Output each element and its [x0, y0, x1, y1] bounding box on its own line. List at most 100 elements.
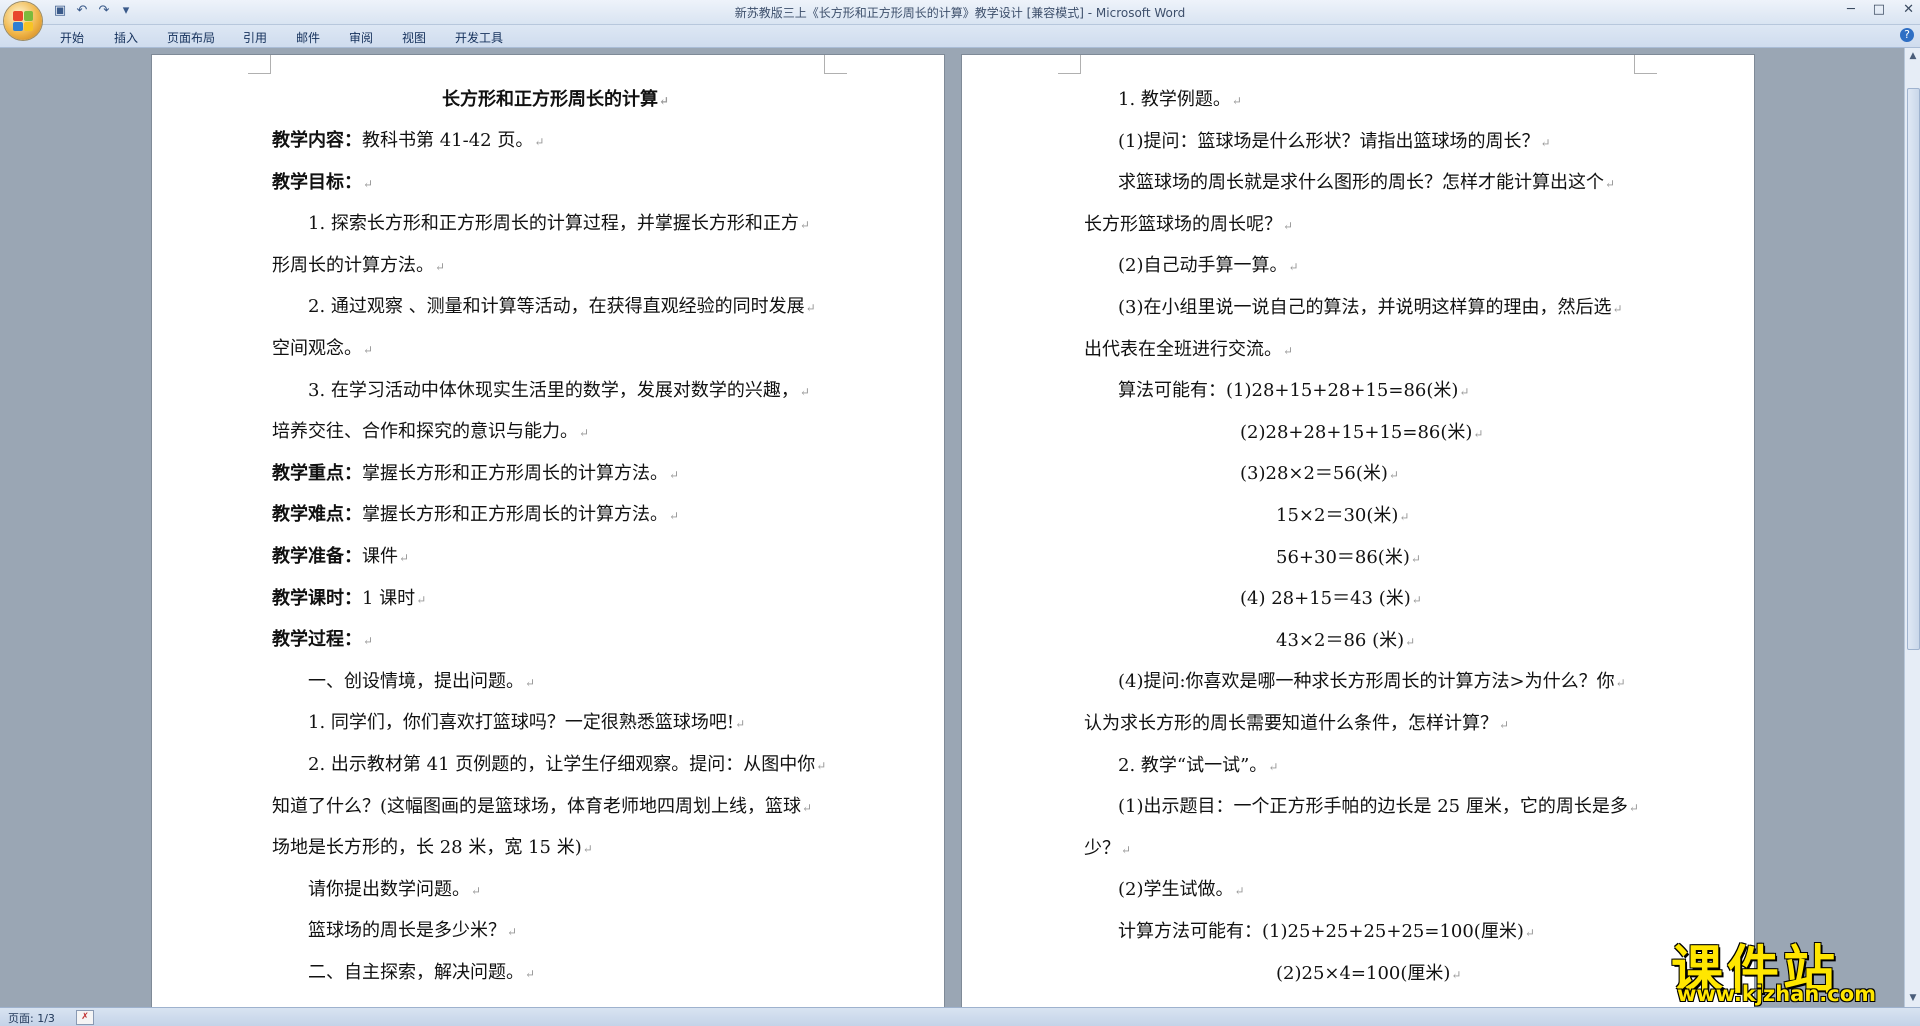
section-label: 教学内容： — [272, 130, 362, 151]
paragraph-mark: ↵ — [1524, 926, 1535, 940]
tab-developer[interactable]: 开发工具 — [455, 29, 503, 46]
paragraph-line: 教学内容：教科书第 41-42 页。↵ — [272, 126, 544, 152]
paragraph-line: 形周长的计算方法。↵ — [272, 251, 445, 277]
section-label: 教学重点： — [272, 462, 362, 484]
paragraph-line: 认为求长方形的周长需要知道什么条件，怎样计算？↵ — [1084, 709, 1509, 735]
paragraph-mark: ↵ — [802, 800, 813, 815]
paragraph-mark: ↵ — [416, 592, 427, 607]
paragraph-line: 场地是长方形的，长 28 米，宽 15 米)↵ — [272, 833, 593, 859]
window-title: 新苏教版三上《长方形和正方形周长的计算》教学设计 [兼容模式] - Micros… — [734, 6, 1186, 20]
paragraph-text: (2)学生试做。 — [1118, 879, 1234, 901]
paragraph-line: 长方形篮球场的周长呢？↵ — [1084, 210, 1293, 236]
minimize-icon[interactable]: ─ — [1847, 2, 1855, 17]
paragraph-line: 1. 教学例题。↵ — [1118, 85, 1242, 111]
paragraph-mark: ↵ — [363, 176, 374, 191]
paragraph-line: 2. 出示教材第 41 页例题的，让学生仔细观察。提问：从图中你↵ — [308, 750, 826, 776]
paragraph-mark: ↵ — [471, 883, 482, 898]
paragraph-text: (4) 28+15＝43 (米) — [1240, 588, 1411, 610]
tab-page-layout[interactable]: 页面布局 — [167, 29, 215, 46]
paragraph-mark: ↵ — [579, 426, 590, 441]
help-icon[interactable]: ? — [1900, 28, 1914, 42]
office-logo-icon — [13, 11, 33, 31]
paragraph-text: 掌握长方形和正方形周长的计算方法。 — [362, 504, 668, 526]
paragraph-mark: ↵ — [1605, 177, 1616, 192]
paragraph-line: 15×2＝30(米)↵ — [1276, 501, 1409, 527]
paragraph-mark: ↵ — [363, 343, 374, 357]
paragraph-text: 1 课时 — [362, 587, 416, 609]
paragraph-line: 1. 探索长方形和正方形周长的计算过程，并掌握长方形和正方↵ — [308, 209, 810, 235]
paragraph-mark: ↵ — [669, 509, 680, 524]
page-count[interactable]: 页面: 1/3 — [8, 1010, 55, 1026]
tab-insert[interactable]: 插入 — [114, 29, 138, 46]
crop-mark — [1058, 55, 1081, 74]
paragraph-mark: ↵ — [1410, 551, 1421, 566]
close-icon[interactable]: ✕ — [1903, 2, 1914, 17]
paragraph-line: 计算方法可能有：(1)25+25+25+25=100(厘米)↵ — [1118, 917, 1535, 943]
paragraph-line: (2)学生试做。↵ — [1118, 875, 1245, 901]
paragraph-text: 知道了什么？(这幅图画的是篮球场，体育老师地四周划上线，篮球 — [272, 795, 802, 817]
paragraph-line: 出代表在全班进行交流。↵ — [1084, 335, 1293, 361]
paragraph-line: 求篮球场的周长就是求什么图形的周长？怎样才能计算出这个↵ — [1118, 168, 1615, 194]
tab-view[interactable]: 视图 — [402, 29, 426, 46]
paragraph-line: (1)出示题目：一个正方形手帕的边长是 25 厘米，它的周长是多↵ — [1118, 792, 1639, 818]
paragraph-mark: ↵ — [1121, 842, 1132, 857]
paragraph-line: 算法可能有：(1)28+15+28+15=86(米)↵ — [1118, 376, 1469, 402]
paragraph-text: 43×2＝86 (米) — [1276, 629, 1405, 651]
scroll-up-icon[interactable]: ▲ — [1907, 50, 1919, 62]
document-page-2[interactable]: 1. 教学例题。↵ (1)提问：篮球场是什么形状？请指出篮球场的周长？↵ 求篮球场的… — [962, 55, 1754, 1007]
paragraph-line: 43×2＝86 (米)↵ — [1276, 626, 1415, 652]
paragraph-text: 一、创设情境，提出问题。 — [308, 670, 524, 692]
paragraph-mark: ↵ — [1451, 967, 1462, 982]
paragraph-mark: ↵ — [1399, 510, 1410, 524]
section-label: 教学准备： — [272, 546, 362, 567]
paragraph-text: 场地是长方形的，长 28 米，宽 15 米) — [272, 837, 582, 859]
tab-review[interactable]: 审阅 — [349, 29, 373, 46]
paragraph-mark: ↵ — [1388, 468, 1399, 483]
section-label: 教学课时： — [272, 587, 362, 609]
paragraph-line: (2)28+28+15+15=86(米)↵ — [1240, 418, 1483, 444]
title-bar: ▣ ↶ ↷ ▾ 新苏教版三上《长方形和正方形周长的计算》教学设计 [兼容模式] … — [0, 0, 1920, 25]
tab-home[interactable]: 开始 — [60, 29, 84, 46]
paragraph-text: 求篮球场的周长就是求什么图形的周长？怎样才能计算出这个 — [1118, 172, 1604, 194]
paragraph-text: 篮球场的周长是多少米？ — [308, 920, 506, 942]
paragraph-text: (2)28+28+15+15=86(米) — [1240, 421, 1473, 443]
paragraph-text: 认为求长方形的周长需要知道什么条件，怎样计算？ — [1084, 713, 1498, 734]
paragraph-text: 课件 — [362, 546, 398, 567]
paragraph-text: 56+30＝86(米) — [1276, 546, 1410, 568]
paragraph-text: 少？ — [1084, 837, 1120, 859]
scrollbar-thumb[interactable] — [1907, 88, 1920, 650]
office-button[interactable] — [4, 2, 42, 40]
document-page-1[interactable]: 长方形和正方形周长的计算↵ 教学内容：教科书第 41-42 页。↵ 教学目标：↵ 1… — [152, 55, 944, 1007]
paragraph-text: 15×2＝30(米) — [1276, 505, 1399, 526]
spelling-check-icon[interactable]: ✗ — [76, 1010, 94, 1025]
paragraph-line: 2. 通过观察 、测量和计算等活动，在获得直观经验的同时发展↵ — [308, 292, 816, 318]
paragraph-line: (2)自己动手算一算。↵ — [1118, 251, 1299, 277]
vertical-scrollbar[interactable]: ▲ ▼ — [1904, 48, 1920, 1008]
paragraph-mark: ↵ — [1234, 884, 1245, 899]
paragraph-mark: ↵ — [799, 218, 810, 233]
window-controls: ─ □ ✕ — [1847, 2, 1914, 17]
paragraph-mark: ↵ — [1459, 385, 1470, 400]
paragraph-text: 长方形篮球场的周长呢？ — [1084, 213, 1282, 235]
paragraph-text: 空间观念。 — [272, 338, 362, 359]
tab-references[interactable]: 引用 — [243, 29, 267, 46]
maximize-icon[interactable]: □ — [1873, 2, 1885, 17]
paragraph-text: 请你提出数学问题。 — [308, 878, 470, 900]
paragraph-mark: ↵ — [525, 967, 536, 981]
paragraph-line: 二、自主探索，解决问题。↵ — [308, 958, 535, 984]
paragraph-line: 教学过程：↵ — [272, 625, 373, 651]
watermark-logo: 课件站 www.kjzhan.com — [1665, 928, 1905, 1008]
paragraph-mark: ↵ — [525, 675, 536, 690]
crop-mark — [1634, 55, 1657, 74]
paragraph-line: 2. 教学“试一试”。↵ — [1118, 751, 1278, 777]
paragraph-line: (3)28×2＝56(米)↵ — [1240, 459, 1399, 485]
paragraph-text: 2. 通过观察 、测量和计算等活动，在获得直观经验的同时发展 — [308, 296, 805, 318]
scroll-down-icon[interactable]: ▼ — [1907, 992, 1919, 1004]
watermark-url: www.kjzhan.com — [1677, 982, 1877, 1006]
paragraph-mark: ↵ — [582, 842, 593, 857]
paragraph-line: 知道了什么？(这幅图画的是篮球场，体育老师地四周划上线，篮球↵ — [272, 792, 812, 818]
paragraph-text: (1)出示题目：一个正方形手帕的边长是 25 厘米，它的周长是多 — [1118, 796, 1628, 818]
tab-mailings[interactable]: 邮件 — [296, 29, 320, 46]
paragraph-mark: ↵ — [816, 759, 827, 773]
paragraph-mark: ↵ — [1268, 759, 1279, 774]
